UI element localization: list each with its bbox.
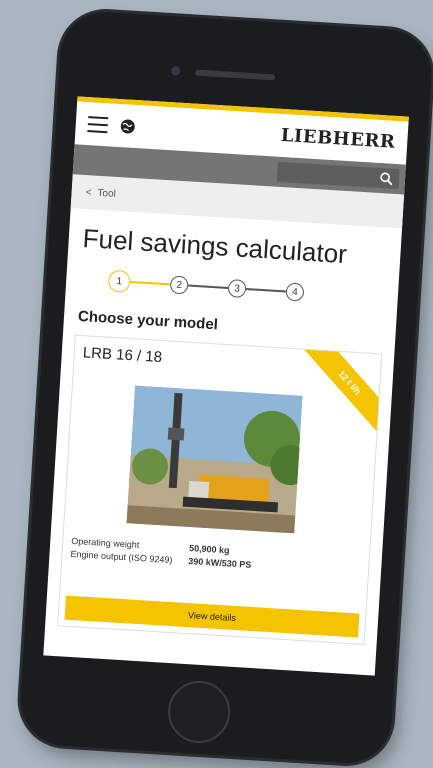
page-title: Fuel savings calculator (81, 223, 348, 270)
stepper: 1 2 3 4 (107, 269, 399, 310)
breadcrumb-label[interactable]: Tool (97, 187, 116, 199)
menu-icon[interactable] (87, 115, 109, 133)
speaker (194, 69, 276, 81)
chevron-left-icon: < (85, 186, 92, 198)
spec-value: 390 kW/530 PS (188, 556, 252, 570)
machine-image (126, 385, 303, 534)
liebherr-logo[interactable]: LIEBHERR (280, 125, 396, 153)
step-3[interactable]: 3 (227, 278, 247, 299)
step-1[interactable]: 1 (107, 269, 131, 293)
home-button[interactable] (166, 679, 232, 745)
spec-value: 50,900 kg (188, 543, 230, 556)
model-name: LRB 16 / 18 (82, 344, 163, 367)
globe-icon[interactable] (119, 118, 136, 135)
screen: LIEBHERR < Tool Fuel savings calculator … (43, 96, 409, 676)
phone-frame: LIEBHERR < Tool Fuel savings calculator … (17, 9, 433, 766)
search-icon[interactable] (379, 171, 394, 186)
view-details-button[interactable]: View details (64, 595, 360, 638)
step-connector (246, 288, 287, 293)
step-2[interactable]: 2 (169, 275, 189, 295)
model-card[interactable]: LRB 16 / 18 12 t l/h Operating weight 50… (57, 334, 383, 645)
spec-table: Operating weight 50,900 kg Engine output… (70, 536, 252, 573)
camera (170, 66, 181, 76)
step-connector (188, 284, 229, 289)
step-4[interactable]: 4 (285, 282, 305, 302)
efficiency-ribbon: 12 t l/h (300, 334, 383, 436)
step-connector (130, 281, 171, 286)
